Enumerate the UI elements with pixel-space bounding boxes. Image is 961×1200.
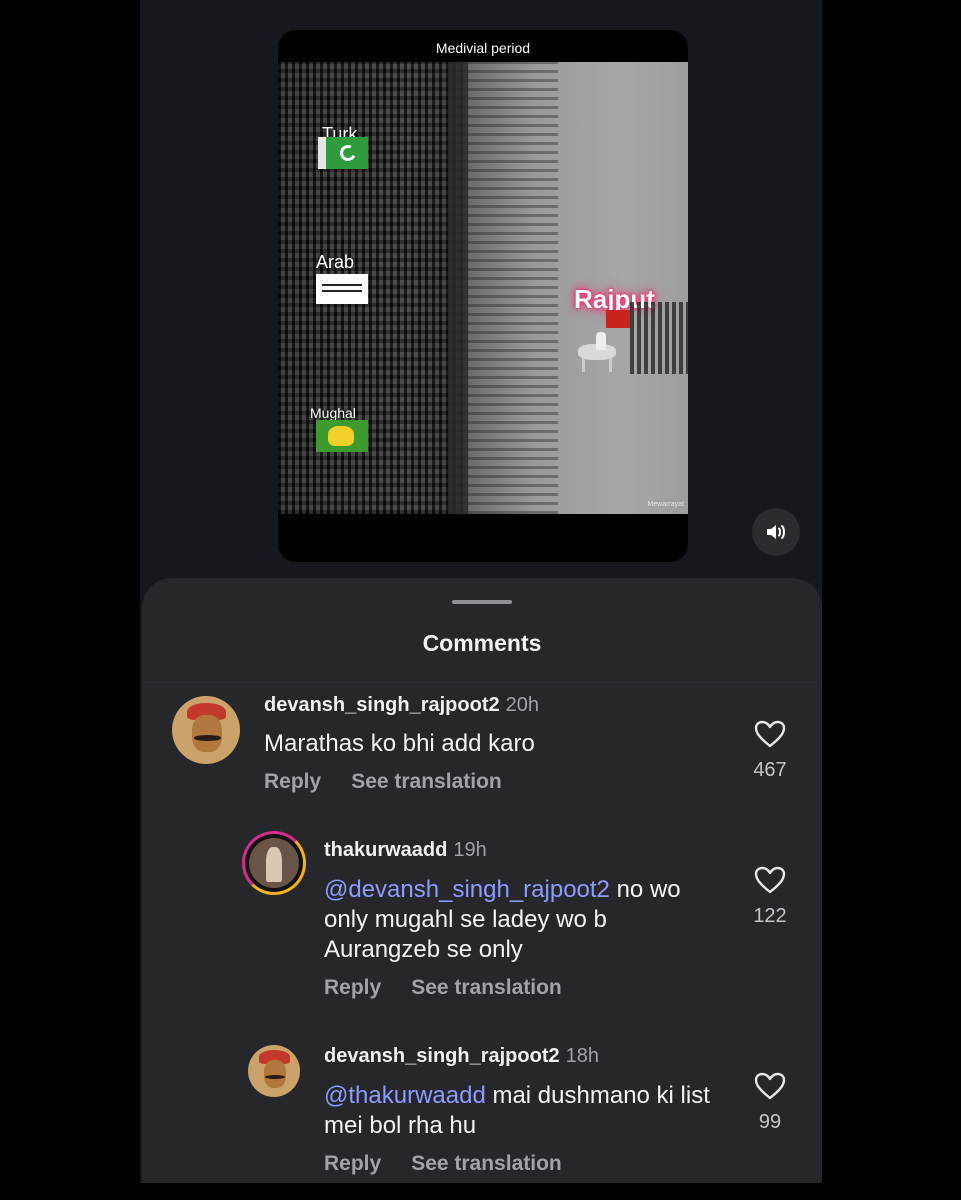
comment-actions: Reply See translation [324, 1152, 562, 1176]
speaker-icon [767, 525, 785, 539]
comment-text: @thakurwaadd mai dushmano ki list mei bo… [324, 1081, 724, 1141]
avatar[interactable] [248, 1045, 300, 1097]
label-mughal: Mughal [310, 405, 356, 421]
army-formation [278, 62, 468, 514]
rajput-soldiers [630, 302, 688, 374]
heart-icon[interactable] [754, 1072, 786, 1100]
horse-rider-figure [574, 332, 620, 372]
reply-item: devansh_singh_rajpoot2 18h @thakurwaadd m… [142, 578, 822, 1183]
army-shadows [468, 62, 558, 514]
app-screen: Medivial period Turk Arab Mughal Rajput … [140, 0, 822, 1183]
comment-time: 18h [565, 1045, 599, 1067]
video-watermark: Mewarrayat [647, 501, 684, 508]
video-scene: Turk Arab Mughal Rajput Mewarrayat [278, 62, 688, 514]
mention-link[interactable]: @thakurwaadd [324, 1082, 486, 1109]
reply-button[interactable]: Reply [324, 1152, 381, 1176]
sound-toggle-button[interactable] [752, 508, 800, 556]
like-count: 99 [758, 1111, 782, 1133]
comment-meta: devansh_singh_rajpoot2 18h [324, 1045, 599, 1068]
label-arab: Arab [316, 252, 355, 272]
see-translation-button[interactable]: See translation [411, 1152, 562, 1176]
like-control[interactable]: 99 [740, 1072, 800, 1134]
mughal-flag-icon [316, 420, 368, 452]
arab-flag-icon [316, 274, 368, 304]
video-caption-title: Medivial period [435, 40, 531, 56]
rajput-flag-icon [606, 310, 630, 328]
comment-username[interactable]: devansh_singh_rajpoot2 [324, 1045, 560, 1067]
turk-flag-icon [318, 137, 368, 169]
comments-sheet: Comments devansh_singh_rajpoot2 20h Marat… [142, 578, 822, 1183]
reel-video[interactable]: Medivial period Turk Arab Mughal Rajput … [278, 30, 688, 562]
